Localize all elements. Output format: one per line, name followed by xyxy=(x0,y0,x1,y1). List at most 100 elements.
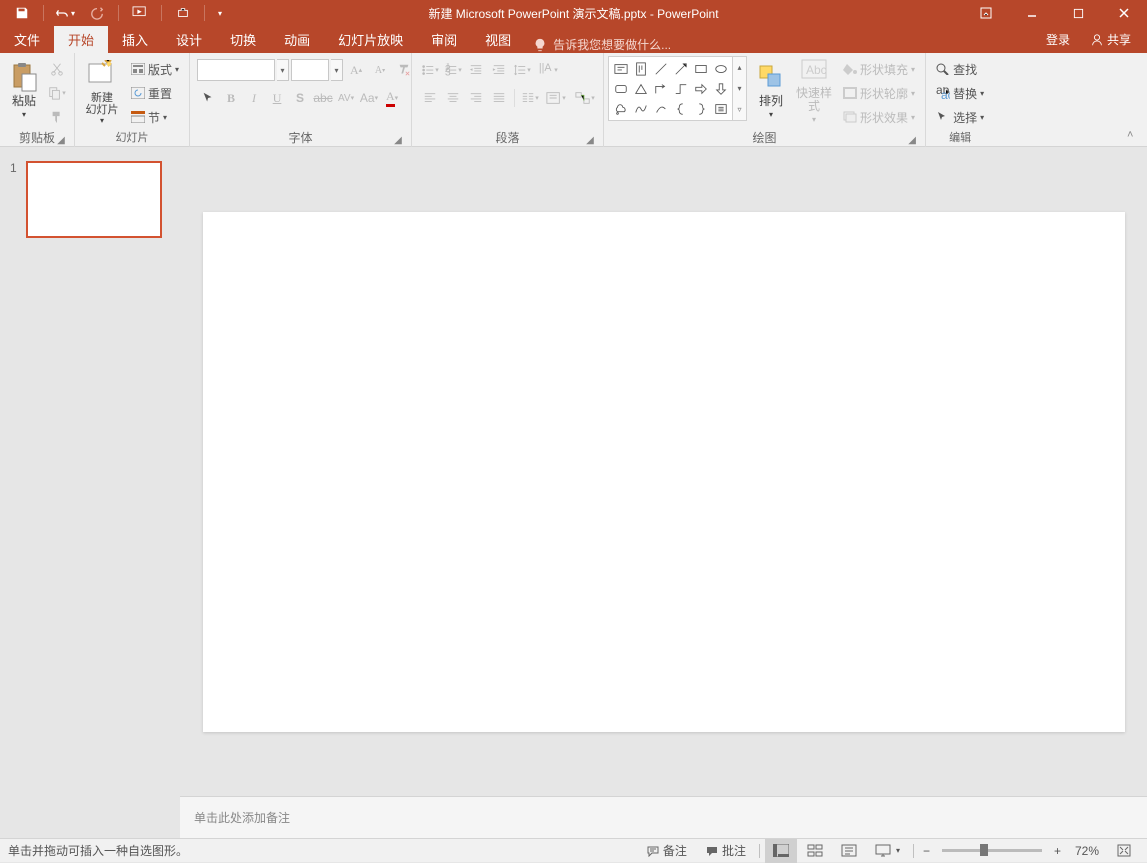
replace-button[interactable]: abac替换▾ xyxy=(932,82,988,104)
shadow-button[interactable]: S xyxy=(289,87,311,109)
increase-indent-button[interactable] xyxy=(488,59,510,81)
select-arrow-button[interactable] xyxy=(197,87,219,109)
shape-action-button[interactable] xyxy=(711,99,730,118)
shape-curve[interactable] xyxy=(631,99,650,118)
thumbnail-slide-1[interactable] xyxy=(26,161,162,238)
section-button[interactable]: 节▾ xyxy=(127,106,183,128)
line-spacing-button[interactable]: ▾ xyxy=(511,59,533,81)
quick-styles-button[interactable]: Abc 快速样式▾ xyxy=(791,56,837,126)
notes-pane[interactable]: 单击此处添加备注 xyxy=(180,796,1147,838)
reading-view-button[interactable] xyxy=(833,839,865,863)
char-spacing-button[interactable]: AV▾ xyxy=(335,87,357,109)
shape-cloud-callout[interactable] xyxy=(611,99,630,118)
shape-textbox[interactable] xyxy=(611,59,630,78)
shape-outline-button[interactable]: 形状轮廓▾ xyxy=(839,82,919,104)
align-right-button[interactable] xyxy=(465,87,487,109)
comments-toggle[interactable]: 批注 xyxy=(697,839,754,863)
tab-file[interactable]: 文件 xyxy=(0,26,54,53)
touch-mode-button[interactable] xyxy=(169,0,197,26)
tell-me-search[interactable]: 告诉我您想要做什么... xyxy=(525,36,679,53)
zoom-out-button[interactable]: − xyxy=(919,839,934,863)
slide-canvas[interactable] xyxy=(203,212,1125,732)
shapes-scroll[interactable]: ▴▾▿ xyxy=(733,56,747,121)
shape-right-brace[interactable] xyxy=(691,99,710,118)
numbering-button[interactable]: 123▾ xyxy=(442,59,464,81)
shape-right-arrow[interactable] xyxy=(691,79,710,98)
shape-line[interactable] xyxy=(651,59,670,78)
align-left-button[interactable] xyxy=(419,87,441,109)
fit-to-window-button[interactable] xyxy=(1109,839,1139,863)
tab-home[interactable]: 开始 xyxy=(54,26,108,53)
shrink-font-button[interactable]: A▾ xyxy=(369,59,391,81)
tab-review[interactable]: 审阅 xyxy=(417,26,471,53)
shape-effects-button[interactable]: 形状效果▾ xyxy=(839,106,919,128)
collapse-ribbon-button[interactable]: ˄ xyxy=(1127,129,1143,143)
shape-fill-button[interactable]: 形状填充▾ xyxy=(839,58,919,80)
zoom-in-button[interactable]: + xyxy=(1050,839,1065,863)
zoom-level[interactable]: 72% xyxy=(1067,839,1107,863)
qat-customize-button[interactable]: ▾ xyxy=(212,0,228,26)
grow-font-button[interactable]: A▴ xyxy=(345,59,367,81)
shape-freeform[interactable] xyxy=(651,99,670,118)
bold-button[interactable]: B xyxy=(220,87,242,109)
change-case-button[interactable]: Aa▾ xyxy=(358,87,380,109)
shape-elbow-arrow[interactable] xyxy=(651,79,670,98)
select-button[interactable]: 选择▾ xyxy=(932,106,988,128)
format-painter-button[interactable] xyxy=(46,106,68,128)
italic-button[interactable]: I xyxy=(243,87,265,109)
shape-rectangle[interactable] xyxy=(691,59,710,78)
layout-button[interactable]: 版式▾ xyxy=(127,58,183,80)
start-from-beginning-button[interactable] xyxy=(126,0,154,26)
slideshow-view-button[interactable]: ▾ xyxy=(867,839,908,863)
copy-button[interactable]: ▾ xyxy=(46,82,68,104)
tab-design[interactable]: 设计 xyxy=(162,26,216,53)
shape-textbox-vert[interactable] xyxy=(631,59,650,78)
find-button[interactable]: 查找 xyxy=(932,58,988,80)
text-direction-button[interactable]: ||A▾ xyxy=(534,59,562,81)
close-button[interactable] xyxy=(1101,0,1147,26)
login-button[interactable]: 登录 xyxy=(1036,26,1080,53)
tab-slideshow[interactable]: 幻灯片放映 xyxy=(324,26,417,53)
underline-button[interactable]: U xyxy=(266,87,288,109)
shape-left-brace[interactable] xyxy=(671,99,690,118)
bullets-button[interactable]: ▾ xyxy=(419,59,441,81)
tab-insert[interactable]: 插入 xyxy=(108,26,162,53)
justify-button[interactable] xyxy=(488,87,510,109)
zoom-slider[interactable] xyxy=(942,849,1042,852)
font-size-dropdown[interactable]: ▾ xyxy=(331,59,343,81)
thumbnail-item[interactable]: 1 xyxy=(10,161,170,238)
ribbon-display-options-button[interactable] xyxy=(963,0,1009,26)
notes-toggle[interactable]: 备注 xyxy=(638,839,695,863)
tab-animations[interactable]: 动画 xyxy=(270,26,324,53)
align-center-button[interactable] xyxy=(442,87,464,109)
tab-view[interactable]: 视图 xyxy=(471,26,525,53)
shapes-gallery[interactable] xyxy=(608,56,733,121)
font-name-input[interactable] xyxy=(197,59,275,81)
new-slide-button[interactable]: 新建 幻灯片 ▾ xyxy=(79,56,125,126)
align-text-button[interactable]: ▾ xyxy=(542,87,570,109)
zoom-slider-thumb[interactable] xyxy=(980,844,988,856)
columns-button[interactable]: ▾ xyxy=(519,87,541,109)
shape-triangle[interactable] xyxy=(631,79,650,98)
minimize-button[interactable] xyxy=(1009,0,1055,26)
font-size-input[interactable] xyxy=(291,59,329,81)
undo-button[interactable]: ▾ xyxy=(51,0,79,26)
shape-oval[interactable] xyxy=(711,59,730,78)
shape-down-arrow[interactable] xyxy=(711,79,730,98)
redo-button[interactable] xyxy=(83,0,111,26)
shape-arrow[interactable] xyxy=(671,59,690,78)
clipboard-launcher[interactable]: ◢ xyxy=(54,132,68,146)
smartart-button[interactable]: ▾ xyxy=(571,87,599,109)
drawing-launcher[interactable]: ◢ xyxy=(905,132,919,146)
normal-view-button[interactable] xyxy=(765,839,797,863)
slide-thumbnails-panel[interactable]: 1 xyxy=(0,147,180,838)
paragraph-launcher[interactable]: ◢ xyxy=(583,132,597,146)
slide-view[interactable] xyxy=(180,147,1147,796)
cut-button[interactable] xyxy=(46,58,68,80)
shape-elbow-double[interactable] xyxy=(671,79,690,98)
save-button[interactable] xyxy=(8,0,36,26)
reset-button[interactable]: 重置 xyxy=(127,82,183,104)
strikethrough-button[interactable]: abc xyxy=(312,87,334,109)
share-button[interactable]: 共享 xyxy=(1080,26,1141,53)
sorter-view-button[interactable] xyxy=(799,839,831,863)
